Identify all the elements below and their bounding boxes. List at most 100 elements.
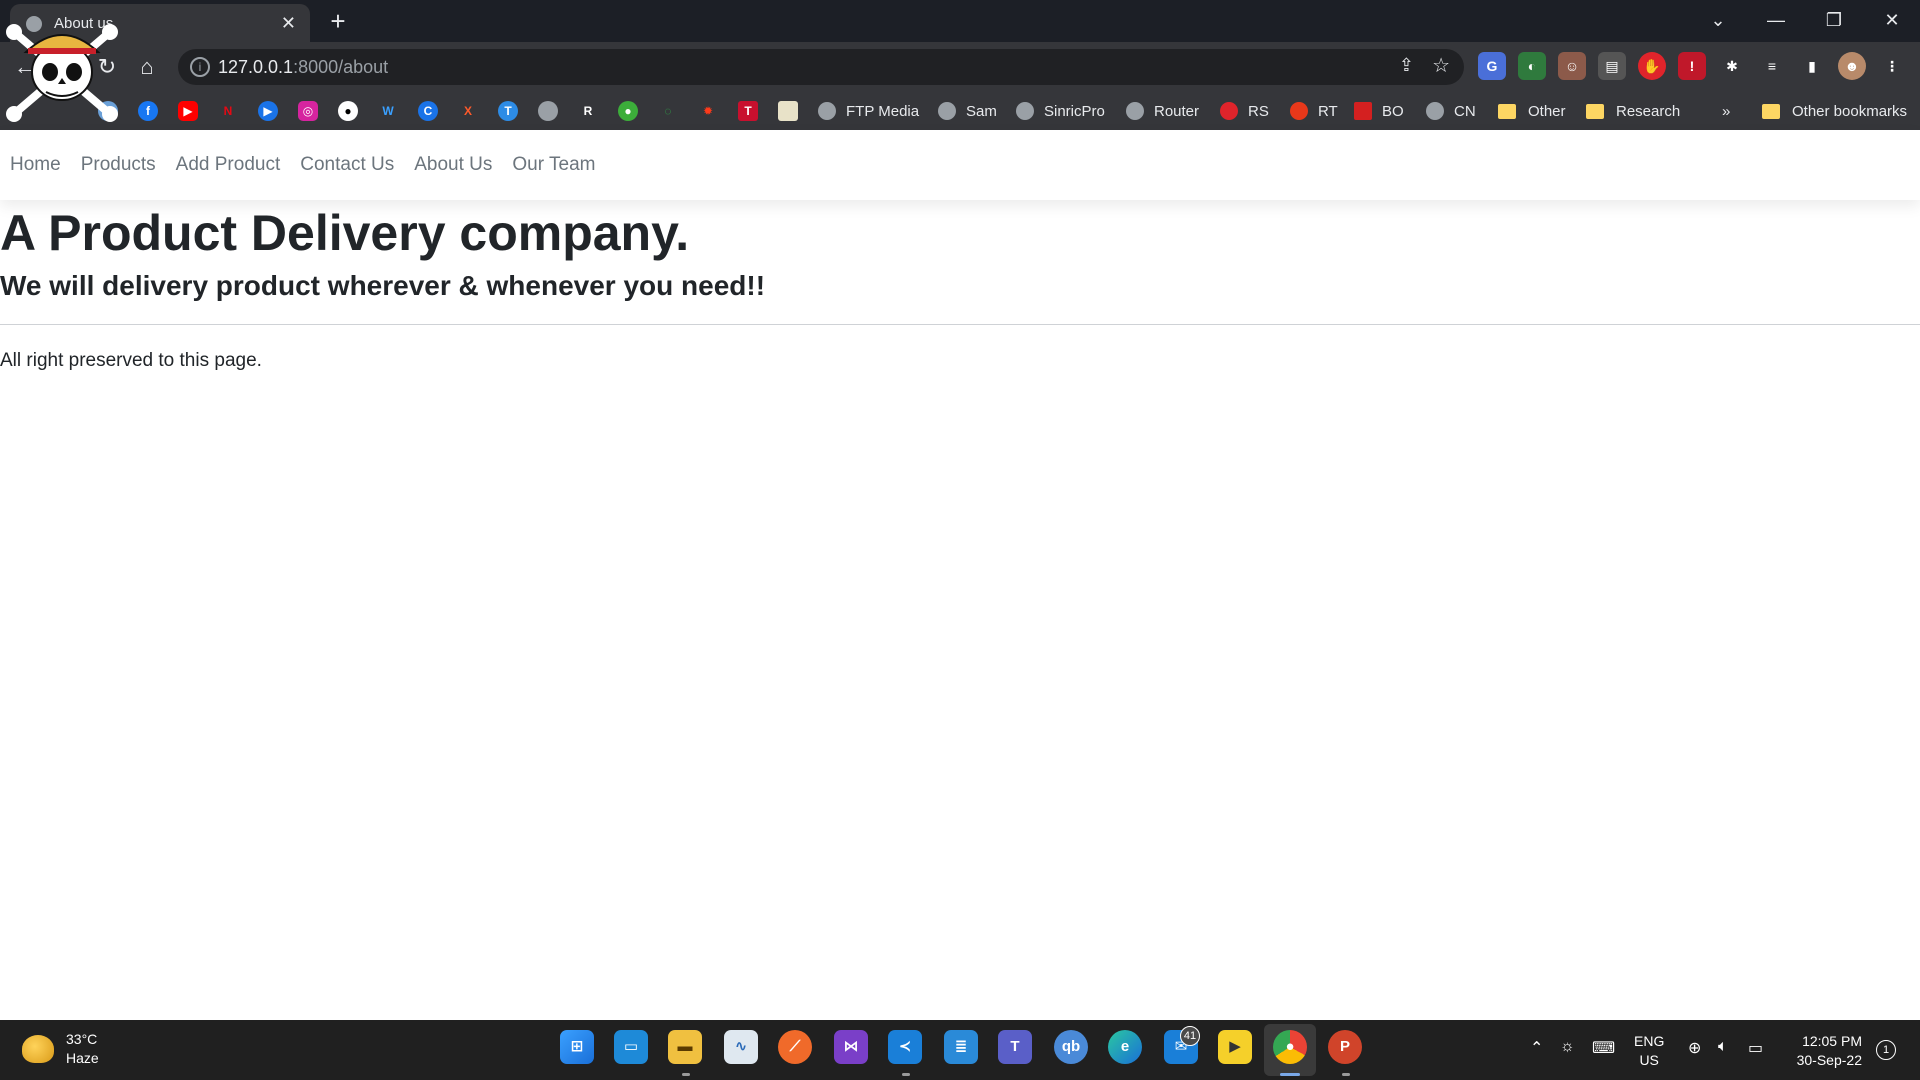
extensions-puzzle-icon[interactable]: ✱ — [1718, 52, 1746, 80]
bookmark-icon[interactable]: ● — [618, 101, 638, 121]
edge-icon[interactable]: e — [1108, 1030, 1142, 1064]
url-text: 127.0.0.1:8000/about — [218, 57, 389, 77]
browser-toolbar: ← ↻ ⌂ i 127.0.0.1:8000/about ⇪ ☆ G ◐ ☺ ▤… — [0, 42, 1920, 130]
bookmark-sinricpro[interactable]: SinricPro — [1016, 100, 1105, 122]
nav-link-our-team[interactable]: Our Team — [512, 154, 595, 176]
extension-icon[interactable]: ◐ — [1518, 52, 1546, 80]
bookmark-cn[interactable]: CN — [1426, 100, 1476, 122]
side-panel-icon[interactable]: ▮ — [1798, 52, 1826, 80]
menu-kebab-icon[interactable]: ⋮ — [1878, 52, 1906, 80]
bookmark-rt[interactable]: RT — [1290, 100, 1338, 122]
visual-studio-icon[interactable]: ⋈ — [834, 1030, 868, 1064]
extension-icon[interactable]: ▤ — [1598, 52, 1626, 80]
network-globe-icon[interactable]: ⊕ — [1688, 1038, 1701, 1058]
bookmark-icon[interactable]: C — [418, 101, 438, 121]
globe-icon — [1016, 102, 1034, 120]
divider — [0, 324, 1920, 325]
notification-badge: 41 — [1180, 1026, 1200, 1046]
translate-extension-icon[interactable]: G — [1478, 52, 1506, 80]
globe-icon — [1426, 102, 1444, 120]
file-explorer-icon[interactable]: ▬ — [668, 1030, 702, 1064]
reading-list-icon[interactable]: ≡ — [1758, 52, 1786, 80]
nav-link-products[interactable]: Products — [81, 154, 156, 176]
bookmark-router[interactable]: Router — [1126, 100, 1199, 122]
site-navbar: Home Products Add Product Contact Us Abo… — [0, 130, 1920, 200]
site-info-icon[interactable]: i — [190, 57, 210, 77]
folder-icon — [1586, 103, 1604, 119]
bookmark-folder-research[interactable]: Research — [1586, 100, 1680, 122]
bookmark-sam[interactable]: Sam — [938, 100, 997, 122]
minimize-button[interactable]: — — [1748, 4, 1804, 36]
bookmark-icon — [1354, 102, 1372, 120]
adblock-extension-icon[interactable]: ✋ — [1638, 52, 1666, 80]
bookmark-icon[interactable]: ◌ — [658, 101, 678, 121]
vscode-icon[interactable]: ≺ — [888, 1030, 922, 1064]
footer-text: All right preserved to this page. — [0, 350, 262, 371]
bookmark-bo[interactable]: BO — [1354, 100, 1404, 122]
bookmark-rs[interactable]: RS — [1220, 100, 1269, 122]
bookmark-icon — [1290, 102, 1308, 120]
notification-center-badge[interactable]: 1 — [1876, 1040, 1896, 1060]
github-icon[interactable]: ● — [338, 101, 358, 121]
taskbar-app-icon[interactable]: ▭ — [614, 1030, 648, 1064]
profile-avatar[interactable]: ☻ — [1838, 52, 1866, 80]
bookmark-icon[interactable] — [778, 101, 798, 121]
facebook-icon[interactable]: f — [138, 101, 158, 121]
language-indicator[interactable]: ENG US — [1634, 1032, 1664, 1070]
chrome-icon[interactable]: ● — [1273, 1030, 1307, 1064]
taskbar-app-icon[interactable]: ⟋ — [778, 1030, 812, 1064]
netflix-icon[interactable]: N — [218, 101, 238, 121]
bookmark-star-icon[interactable]: ☆ — [1432, 53, 1450, 78]
player-app-icon[interactable]: ▶ — [1218, 1030, 1252, 1064]
volume-icon[interactable]: 🔈︎ — [1718, 1038, 1728, 1056]
weather-widget[interactable]: 33°C Haze — [22, 1030, 99, 1068]
extension-icon[interactable]: ☺ — [1558, 52, 1586, 80]
bookmark-icon[interactable]: T — [738, 101, 758, 121]
weather-icon — [22, 1035, 54, 1063]
restore-button[interactable]: ❐ — [1806, 4, 1862, 36]
nav-link-home[interactable]: Home — [10, 154, 61, 176]
battery-icon[interactable]: ▭ — [1748, 1038, 1763, 1058]
page-subtitle: We will delivery product wherever & when… — [0, 270, 766, 301]
youtube-icon[interactable]: ▶ — [178, 101, 198, 121]
bookmark-ftp-media[interactable]: FTP Media — [818, 100, 919, 122]
share-icon[interactable]: ⇪ — [1399, 55, 1414, 76]
qbittorrent-icon[interactable]: qb — [1054, 1030, 1088, 1064]
bookmark-icon[interactable]: ✹ — [698, 101, 718, 121]
close-window-button[interactable]: ✕ — [1864, 4, 1920, 36]
start-button[interactable]: ⊞ — [560, 1030, 594, 1064]
globe-icon — [818, 102, 836, 120]
taskbar-app-icon[interactable]: ∿ — [724, 1030, 758, 1064]
bookmark-icon[interactable]: R — [578, 101, 598, 121]
bookmark-icon[interactable]: X — [458, 101, 478, 121]
bookmark-folder-other[interactable]: Other — [1498, 100, 1566, 122]
show-hidden-icons-chevron-icon[interactable]: ⌃ — [1530, 1038, 1543, 1058]
folder-icon — [1498, 103, 1516, 119]
teams-icon[interactable]: T — [998, 1030, 1032, 1064]
powerpoint-icon[interactable]: P — [1328, 1030, 1362, 1064]
new-tab-button[interactable]: + — [322, 6, 354, 38]
bookmark-icon[interactable]: W — [378, 101, 398, 121]
nav-link-add-product[interactable]: Add Product — [176, 154, 281, 176]
keyboard-icon[interactable]: ⌨ — [1592, 1038, 1615, 1058]
other-bookmarks-folder[interactable]: Other bookmarks — [1762, 100, 1907, 122]
page-title: A Product Delivery company. — [0, 205, 690, 261]
bookmark-icon — [1220, 102, 1238, 120]
bookmarks-overflow-button[interactable]: » — [1722, 100, 1730, 122]
tab-search-icon[interactable]: ⌄ — [1690, 4, 1746, 36]
page-viewport: Home Products Add Product Contact Us Abo… — [0, 130, 1920, 1020]
instagram-icon[interactable]: ◎ — [298, 101, 318, 121]
brightness-icon[interactable]: ☼ — [1560, 1038, 1575, 1056]
extension-icon[interactable]: ! — [1678, 52, 1706, 80]
nav-link-about-us[interactable]: About Us — [414, 154, 492, 176]
globe-icon[interactable] — [538, 101, 558, 121]
address-bar[interactable]: i 127.0.0.1:8000/about ⇪ ☆ — [178, 49, 1464, 85]
home-icon[interactable]: ⌂ — [130, 50, 164, 84]
clock[interactable]: 12:05 PM 30-Sep-22 — [1786, 1032, 1862, 1070]
play-icon[interactable]: ▶ — [258, 101, 278, 121]
windows-taskbar: 33°C Haze ⊞ ▭ ▬ ∿ ⟋ ⋈ ≺ ≣ T qb e ✉ 41 ▶ ●… — [0, 1020, 1920, 1080]
notepad-icon[interactable]: ≣ — [944, 1030, 978, 1064]
nav-link-contact-us[interactable]: Contact Us — [300, 154, 394, 176]
bookmark-icon[interactable]: T — [498, 101, 518, 121]
close-tab-icon[interactable]: ✕ — [281, 13, 296, 34]
